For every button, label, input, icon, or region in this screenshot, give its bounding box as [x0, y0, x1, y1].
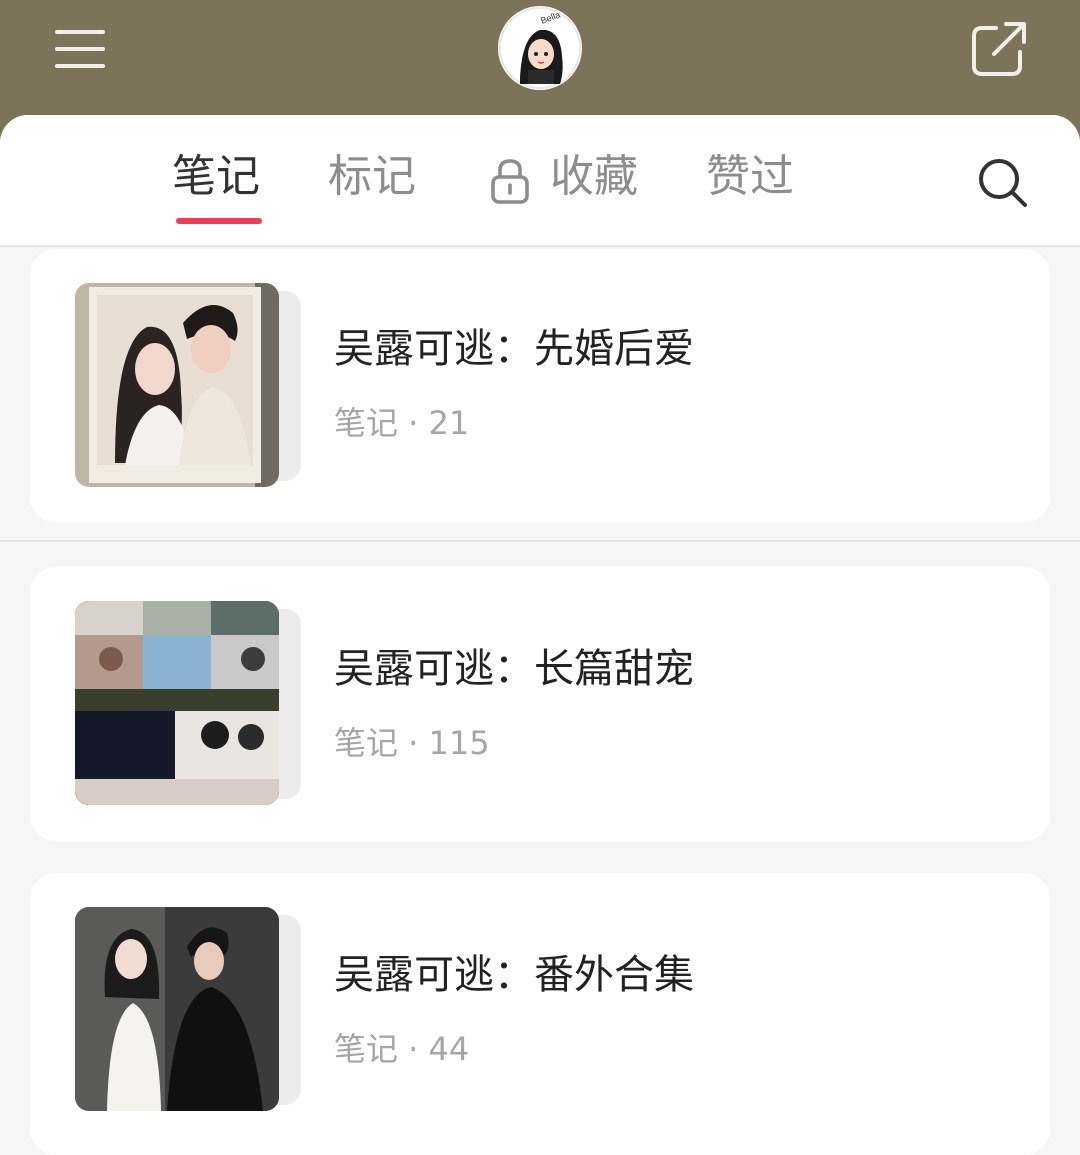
tab-liked[interactable]: 赞过	[706, 147, 794, 207]
tab-marks[interactable]: 标记	[328, 147, 416, 207]
active-tab-indicator	[176, 218, 262, 224]
collection-note-count: 笔记 · 44	[334, 1030, 470, 1068]
collection-card[interactable]: 吴露可逃：长篇甜宠 笔记 · 115	[30, 567, 1050, 841]
collection-title: 吴露可逃：长篇甜宠	[334, 646, 694, 692]
collection-cover	[75, 601, 305, 807]
avatar-illustration: Bella	[499, 7, 581, 89]
tab-bar: 笔记 标记 收藏 赞过	[0, 115, 1080, 247]
collection-cover	[75, 283, 305, 489]
search-button[interactable]	[975, 155, 1031, 211]
collection-title: 吴露可逃：先婚后爱	[334, 326, 694, 372]
collection-title: 吴露可逃：番外合集	[334, 952, 694, 998]
menu-button[interactable]	[52, 26, 108, 72]
tab-notes[interactable]: 笔记	[172, 147, 260, 207]
search-icon	[979, 159, 1027, 207]
cover-image	[75, 601, 279, 805]
avatar[interactable]: Bella	[498, 6, 582, 90]
lock-icon	[491, 159, 529, 204]
content-sheet: 笔记 标记 收藏 赞过 吴露可逃：先婚后爱 笔记 · 21 吴露可逃：长篇甜宠 …	[0, 115, 1080, 1155]
share-button[interactable]	[968, 20, 1030, 80]
collection-cover	[75, 907, 305, 1113]
section-divider	[0, 540, 1080, 542]
collection-note-count: 笔记 · 115	[334, 724, 490, 762]
collection-note-count: 笔记 · 21	[334, 404, 470, 442]
collection-card[interactable]: 吴露可逃：番外合集 笔记 · 44	[30, 873, 1050, 1155]
top-bar: Bella	[0, 0, 1080, 130]
tab-favorites[interactable]: 收藏	[550, 147, 638, 207]
cover-image	[75, 907, 279, 1111]
cover-image	[75, 283, 279, 487]
collection-card[interactable]: 吴露可逃：先婚后爱 笔记 · 21	[30, 249, 1050, 523]
share-icon	[972, 22, 1026, 76]
